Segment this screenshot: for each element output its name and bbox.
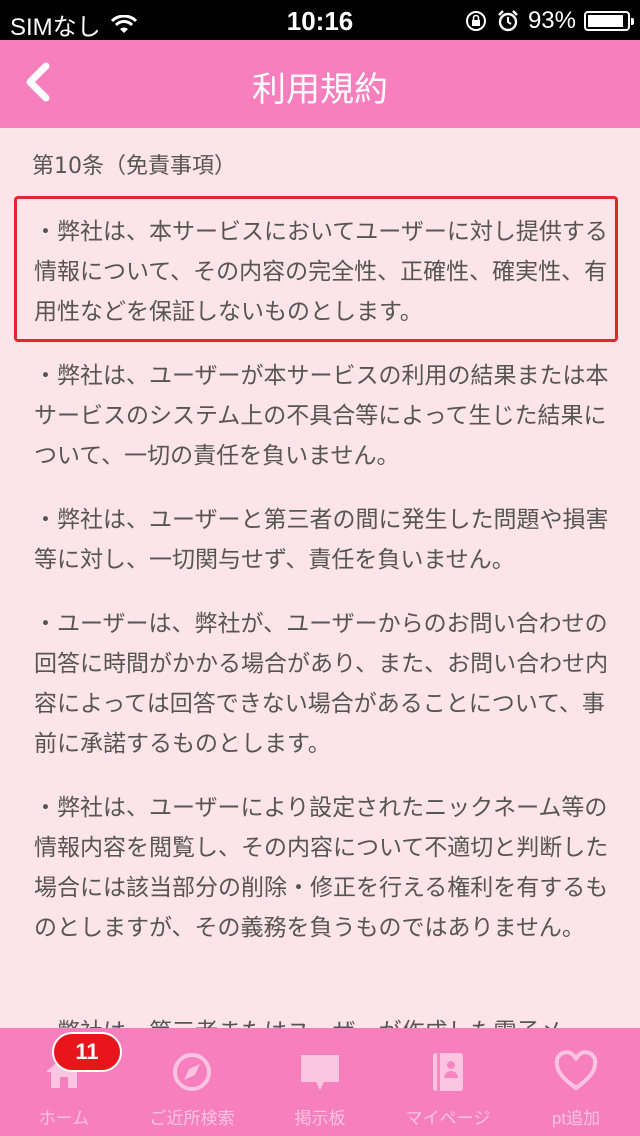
battery-fill xyxy=(588,15,624,27)
heart-icon xyxy=(554,1050,598,1091)
paragraph-4: ・ユーザーは、弊社が、ユーザーからのお問い合わせの回答に時間がかかる場合があり、… xyxy=(34,611,609,757)
tab-nearby-search-label: ご近所検索 xyxy=(149,1109,235,1128)
paragraph-3: ・弊社は、ユーザーと第三者の間に発生した問題や損害等に対し、一切関与せず、責任を… xyxy=(34,507,609,573)
paragraph-2: ・弊社は、ユーザーが本サービスの利用の結果または本サービスのシステム上の不具合等… xyxy=(34,363,609,469)
paragraph-6: ・弊社は、第三者またはユーザーが作成した電子メー xyxy=(34,1012,610,1028)
status-right: 93% xyxy=(464,7,634,35)
tab-add-points[interactable]: pt追加 xyxy=(512,1028,640,1136)
battery-percent: 93% xyxy=(527,7,576,34)
tab-my-page-label: マイページ xyxy=(405,1109,491,1128)
status-bar: SIMなし 10:16 93% xyxy=(0,0,640,41)
paragraph-1: ・弊社は、本サービスにおいてユーザーに対し提供する情報について、その内容の完全性… xyxy=(34,219,608,325)
page-title: 利用規約 xyxy=(252,70,388,110)
tab-home-label: ホーム xyxy=(38,1109,90,1128)
alarm-icon xyxy=(498,10,518,32)
tab-bulletin-board[interactable]: 掲示板 xyxy=(256,1028,384,1136)
nav-bar: 利用規約 xyxy=(0,40,640,128)
orientation-lock-icon xyxy=(465,11,486,31)
tab-nearby-search[interactable]: ご近所検索 xyxy=(128,1028,256,1136)
notification-badge: 11 xyxy=(52,1032,122,1072)
battery-icon xyxy=(584,11,634,31)
chat-bubble-icon xyxy=(301,1055,339,1090)
profile-book-icon xyxy=(433,1053,463,1091)
compass-icon xyxy=(173,1053,211,1091)
tab-add-points-label: pt追加 xyxy=(551,1109,601,1128)
tab-my-page[interactable]: マイページ xyxy=(384,1028,512,1136)
paragraph-5: ・弊社は、ユーザーにより設定されたニックネーム等の情報内容を閲覧し、その内容につ… xyxy=(34,795,609,941)
tab-bulletin-board-label: 掲示板 xyxy=(294,1109,346,1128)
terms-content[interactable]: 第10条（免責事項） ・弊社は、本サービスにおいてユーザーに対し提供する情報につ… xyxy=(0,128,640,1028)
section-title: 第10条（免責事項） xyxy=(32,154,236,179)
